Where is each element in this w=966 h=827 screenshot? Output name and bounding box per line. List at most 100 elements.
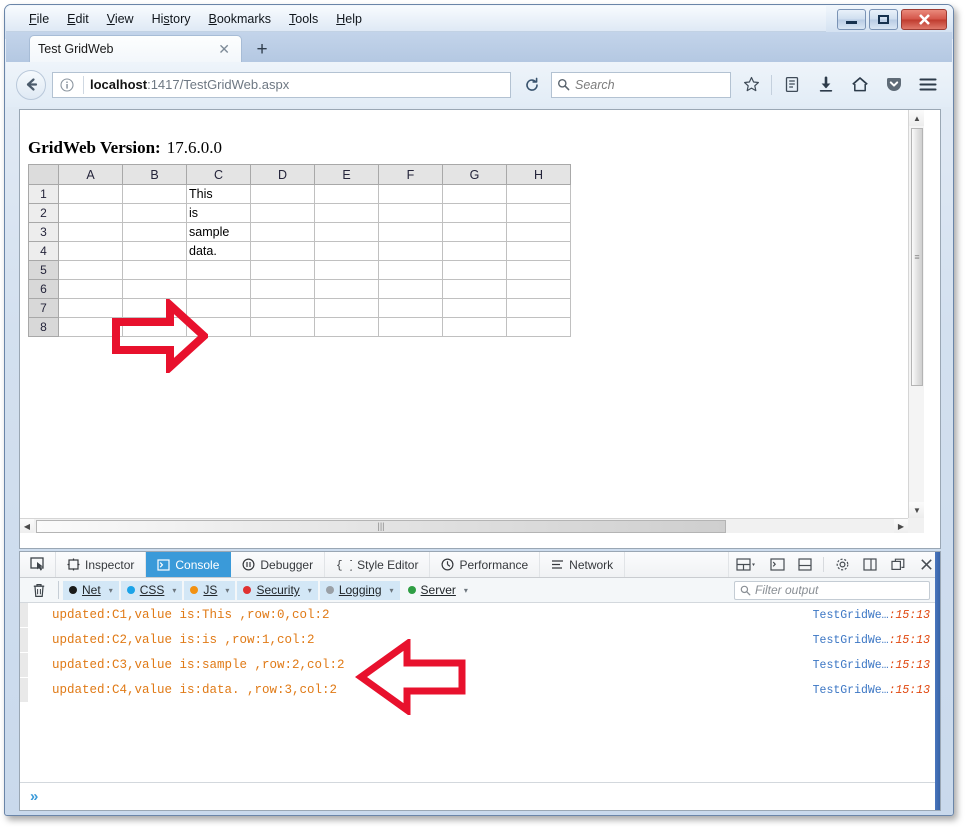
console-log-source-link[interactable]: TestGridWe…:15:13 (813, 634, 930, 647)
console-filter-js[interactable]: JS ▾ (184, 580, 236, 600)
devtools-tab-inspector[interactable]: Inspector (56, 552, 147, 577)
grid-col-header-d[interactable]: D (250, 164, 315, 185)
grid-cell-F8[interactable] (378, 317, 443, 337)
grid-row-header-2[interactable]: 2 (28, 203, 59, 223)
grid-cell-C2[interactable]: is (186, 203, 251, 223)
vertical-scroll-thumb[interactable]: ≡ (911, 128, 923, 386)
tab-close-icon[interactable]: ✕ (215, 41, 233, 58)
grid-cell-A4[interactable] (58, 241, 123, 261)
console-log-row[interactable]: updated:C4,value is:data. ,row:3,col:2 Te… (20, 678, 940, 703)
grid-cell-D1[interactable] (250, 184, 315, 204)
grid-cell-A1[interactable] (58, 184, 123, 204)
grid-cell-A6[interactable] (58, 279, 123, 299)
new-tab-button[interactable]: + (249, 39, 275, 61)
grid-cell-B6[interactable] (122, 279, 187, 299)
search-bar[interactable]: Search (551, 71, 731, 98)
grid-cell-C6[interactable] (186, 279, 251, 299)
dock-side-button[interactable] (856, 552, 884, 577)
grid-cell-D4[interactable] (250, 241, 315, 261)
devtools-tab-performance[interactable]: Performance (430, 552, 541, 577)
responsive-design-mode-button[interactable] (729, 552, 763, 577)
grid-cell-F7[interactable] (378, 298, 443, 318)
info-circle-icon[interactable] (57, 75, 77, 95)
grid-col-header-b[interactable]: B (122, 164, 187, 185)
pocket-button[interactable] (880, 71, 908, 99)
page-vertical-scrollbar[interactable]: ▲ ≡ ▼ (908, 110, 924, 518)
grid-row-header-7[interactable]: 7 (28, 298, 59, 318)
grid-cell-C7[interactable] (186, 298, 251, 318)
page-horizontal-scrollbar[interactable]: ◀ ||| ▶ (20, 518, 908, 533)
grid-cell-H6[interactable] (506, 279, 571, 299)
grid-cell-G2[interactable] (442, 203, 507, 223)
scroll-up-button[interactable]: ▲ (909, 110, 924, 126)
bookmark-star-button[interactable] (737, 71, 765, 99)
grid-cell-E2[interactable] (314, 203, 379, 223)
scroll-left-button[interactable]: ◀ (20, 519, 34, 533)
grid-cell-F3[interactable] (378, 222, 443, 242)
grid-cell-G8[interactable] (442, 317, 507, 337)
grid-row-header-1[interactable]: 1 (28, 184, 59, 204)
grid-cell-B2[interactable] (122, 203, 187, 223)
grid-cell-B7[interactable] (122, 298, 187, 318)
split-console-button[interactable] (763, 552, 791, 577)
grid-cell-C8[interactable] (186, 317, 251, 337)
grid-cell-G4[interactable] (442, 241, 507, 261)
grid-cell-H2[interactable] (506, 203, 571, 223)
grid-col-header-c[interactable]: C (186, 164, 251, 185)
chevron-down-icon[interactable]: ▾ (225, 586, 229, 595)
console-filter-net[interactable]: Net ▾ (63, 580, 119, 600)
grid-row-header-8[interactable]: 8 (28, 317, 59, 337)
grid-cell-D7[interactable] (250, 298, 315, 318)
grid-cell-C1[interactable]: This (186, 184, 251, 204)
console-log-row[interactable]: updated:C3,value is:sample ,row:2,col:2 T… (20, 653, 940, 678)
devtools-tab-style-editor[interactable]: { } Style Editor (325, 552, 431, 577)
console-log-row[interactable]: updated:C1,value is:This ,row:0,col:2 Tes… (20, 603, 940, 628)
grid-row-header-3[interactable]: 3 (28, 222, 59, 242)
console-filter-security[interactable]: Security ▾ (237, 580, 318, 600)
menu-item-tools[interactable]: Tools (280, 9, 327, 29)
home-button[interactable] (846, 71, 874, 99)
grid-cell-A7[interactable] (58, 298, 123, 318)
menu-item-file[interactable]: File (20, 9, 58, 29)
grid-cell-A5[interactable] (58, 260, 123, 280)
devtools-tab-console[interactable]: Console (146, 552, 232, 577)
console-output[interactable]: updated:C1,value is:This ,row:0,col:2 Tes… (20, 603, 940, 782)
scroll-down-button[interactable]: ▼ (909, 502, 924, 518)
grid-cell-A3[interactable] (58, 222, 123, 242)
grid-col-header-a[interactable]: A (58, 164, 123, 185)
console-input-line[interactable]: » (20, 782, 940, 810)
menu-item-help[interactable]: Help (327, 9, 371, 29)
grid-col-header-h[interactable]: H (506, 164, 571, 185)
grid-cell-A2[interactable] (58, 203, 123, 223)
grid-cell-F1[interactable] (378, 184, 443, 204)
grid-cell-D2[interactable] (250, 203, 315, 223)
grid-row-header-5[interactable]: 5 (28, 260, 59, 280)
grid-cell-E7[interactable] (314, 298, 379, 318)
devtools-tab-network[interactable]: Network (540, 552, 626, 577)
back-button[interactable] (16, 69, 46, 100)
url-bar[interactable]: localhost:1417/TestGridWeb.aspx (52, 71, 511, 98)
grid-cell-D8[interactable] (250, 317, 315, 337)
clear-console-button[interactable] (24, 583, 54, 598)
minimize-button[interactable] (837, 9, 866, 30)
grid-cell-D3[interactable] (250, 222, 315, 242)
grid-cell-H5[interactable] (506, 260, 571, 280)
spreadsheet-grid[interactable]: ABCDEFGH 1 This 2 is 3 sample 4 data. 5 6 7 8 (28, 164, 571, 337)
horizontal-scroll-thumb[interactable]: ||| (36, 520, 726, 533)
menu-item-view[interactable]: View (98, 9, 143, 29)
menu-item-bookmarks[interactable]: Bookmarks (200, 9, 281, 29)
grid-cell-F6[interactable] (378, 279, 443, 299)
grid-cell-H7[interactable] (506, 298, 571, 318)
downloads-button[interactable] (812, 71, 840, 99)
grid-cell-A8[interactable] (58, 317, 123, 337)
restore-button[interactable] (869, 9, 898, 30)
menu-button[interactable] (914, 71, 942, 99)
grid-col-header-f[interactable]: F (378, 164, 443, 185)
menu-item-edit[interactable]: Edit (58, 9, 98, 29)
chevron-down-icon[interactable]: ▾ (308, 586, 312, 595)
grid-cell-F5[interactable] (378, 260, 443, 280)
grid-cell-E6[interactable] (314, 279, 379, 299)
grid-cell-G5[interactable] (442, 260, 507, 280)
console-log-source-link[interactable]: TestGridWe…:15:13 (813, 609, 930, 622)
tab-test-gridweb[interactable]: Test GridWeb ✕ (29, 35, 242, 62)
